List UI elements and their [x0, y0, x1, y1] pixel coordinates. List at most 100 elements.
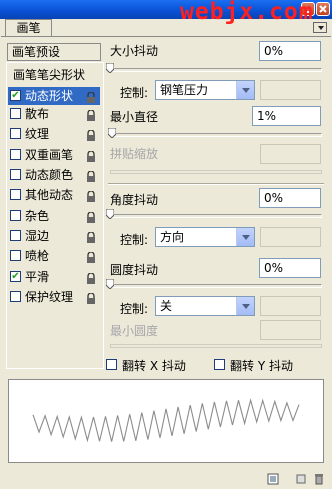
option-checkbox[interactable] — [10, 128, 21, 139]
check-icon[interactable]: ✔ — [10, 90, 21, 101]
option-checkbox[interactable] — [10, 250, 21, 261]
flip-x-box[interactable] — [106, 359, 117, 370]
sidebar-item[interactable]: 杂色 — [8, 207, 100, 225]
lock-icon[interactable] — [86, 250, 96, 263]
lock-icon[interactable] — [86, 271, 96, 284]
option-checkbox[interactable] — [10, 230, 21, 241]
sidebar-item-label: 纹理 — [25, 127, 50, 141]
lock-icon[interactable] — [86, 90, 96, 103]
roundness-control-label: 控制: — [120, 302, 149, 316]
size-control-value: 钢笔压力 — [160, 83, 209, 97]
angle-control-label: 控制: — [120, 233, 149, 247]
trash-icon[interactable] — [313, 473, 325, 485]
tilt-scale-input — [260, 144, 321, 164]
sidebar-item[interactable]: ✔ 平滑 — [8, 268, 100, 286]
stroke-preview — [8, 379, 324, 463]
size-jitter-slider[interactable] — [110, 68, 322, 72]
flip-y-checkbox[interactable]: 翻转 Y 抖动 — [214, 356, 314, 373]
lock-icon[interactable] — [86, 149, 96, 162]
min-diameter-label: 最小直径 — [110, 110, 159, 124]
close-button[interactable] — [316, 2, 330, 16]
angle-jitter-slider[interactable] — [110, 214, 322, 218]
panel-menu-icon[interactable] — [313, 22, 327, 33]
panel-action-icon[interactable] — [295, 473, 307, 485]
angle-control-dropdown[interactable]: 方向 — [155, 227, 255, 247]
sidebar-item-label: 湿边 — [25, 229, 50, 243]
chevron-down-icon — [236, 81, 254, 99]
lock-icon[interactable] — [86, 210, 96, 223]
size-control-extra-input — [260, 80, 321, 100]
tab-brushes[interactable]: 画笔 — [5, 19, 52, 36]
brush-stroke-path — [32, 398, 300, 443]
size-control-label: 控制: — [120, 86, 149, 100]
lock-icon[interactable] — [86, 128, 96, 141]
angle-control-value: 方向 — [160, 230, 185, 244]
lock-icon[interactable] — [86, 291, 96, 304]
check-icon[interactable]: ✔ — [10, 271, 21, 282]
size-jitter-label: 大小抖动 — [110, 44, 159, 58]
flip-y-label: 翻转 Y 抖动 — [230, 359, 293, 373]
lock-icon[interactable] — [86, 108, 96, 121]
option-checkbox[interactable] — [10, 210, 21, 221]
flip-x-label: 翻转 X 抖动 — [122, 359, 186, 373]
sidebar-item-label: 其他动态 — [25, 188, 74, 202]
sidebar-item[interactable]: 动态颜色 — [8, 166, 100, 184]
watermark-text: webjx.com — [180, 0, 314, 25]
roundness-jitter-slider[interactable] — [110, 284, 322, 288]
lock-icon[interactable] — [86, 189, 96, 202]
new-brush-icon[interactable] — [267, 473, 279, 485]
sidebar-item[interactable]: 湿边 — [8, 227, 100, 245]
brush-tip-shape-item[interactable]: 画笔笔尖形状 — [13, 66, 85, 83]
size-jitter-thumb[interactable] — [106, 63, 114, 73]
chevron-down-icon — [236, 228, 254, 246]
angle-jitter-thumb[interactable] — [106, 209, 114, 219]
sidebar-item[interactable]: 保护纹理 — [8, 288, 100, 306]
flip-y-box[interactable] — [214, 359, 225, 370]
close-icon — [319, 5, 327, 13]
size-control-dropdown[interactable]: 钢笔压力 — [155, 80, 255, 100]
roundness-jitter-thumb[interactable] — [106, 279, 114, 289]
sidebar-item-label: 双重画笔 — [25, 148, 74, 162]
angle-jitter-label: 角度抖动 — [110, 193, 159, 207]
sidebar-item[interactable]: 纹理 — [8, 125, 100, 143]
sidebar-item-label: 杂色 — [25, 209, 50, 223]
min-roundness-input — [260, 320, 321, 340]
roundness-jitter-label: 圆度抖动 — [110, 263, 159, 277]
flip-x-checkbox[interactable]: 翻转 X 抖动 — [106, 356, 206, 373]
size-jitter-input[interactable]: 0% — [259, 41, 321, 61]
min-roundness-slider — [110, 344, 322, 348]
roundness-control-dropdown[interactable]: 关 — [155, 296, 255, 316]
roundness-jitter-input[interactable]: 0% — [259, 258, 321, 278]
sidebar-item[interactable]: 喷枪 — [8, 247, 100, 265]
option-checkbox[interactable] — [10, 189, 21, 200]
min-diameter-thumb[interactable] — [108, 128, 116, 138]
min-diameter-input[interactable]: 1% — [252, 106, 321, 126]
sidebar-item-label: 动态形状 — [25, 89, 74, 103]
angle-jitter-input[interactable]: 0% — [259, 188, 321, 208]
lock-icon[interactable] — [86, 169, 96, 182]
sidebar-item[interactable]: 其他动态 — [8, 186, 100, 204]
sidebar-item[interactable]: 双重画笔 — [8, 146, 100, 164]
sidebar-item-label: 动态颜色 — [25, 168, 74, 182]
option-checkbox[interactable] — [10, 291, 21, 302]
option-checkbox[interactable] — [10, 149, 21, 160]
chevron-down-icon — [236, 297, 254, 315]
roundness-control-value: 关 — [160, 299, 173, 313]
min-diameter-slider[interactable] — [110, 133, 322, 137]
roundness-control-extra-input — [260, 296, 321, 316]
sidebar-item[interactable]: 散布 — [8, 105, 100, 123]
section-divider — [108, 183, 324, 185]
angle-control-extra-input — [260, 227, 321, 247]
tilt-scale-label: 拼贴缩放 — [110, 147, 159, 161]
stroke-preview-graphic — [32, 398, 300, 443]
option-checkbox[interactable] — [10, 169, 21, 180]
sidebar-item-label: 平滑 — [25, 270, 50, 284]
tilt-scale-slider — [110, 170, 322, 174]
sidebar-item-label: 散布 — [25, 107, 50, 121]
min-roundness-label: 最小圆度 — [110, 324, 159, 338]
sidebar-item-label: 喷枪 — [25, 249, 50, 263]
sidebar-item[interactable]: ✔ 动态形状 — [8, 87, 100, 105]
option-checkbox[interactable] — [10, 108, 21, 119]
brush-presets-button[interactable]: 画笔预设 — [7, 43, 101, 61]
lock-icon[interactable] — [86, 230, 96, 243]
